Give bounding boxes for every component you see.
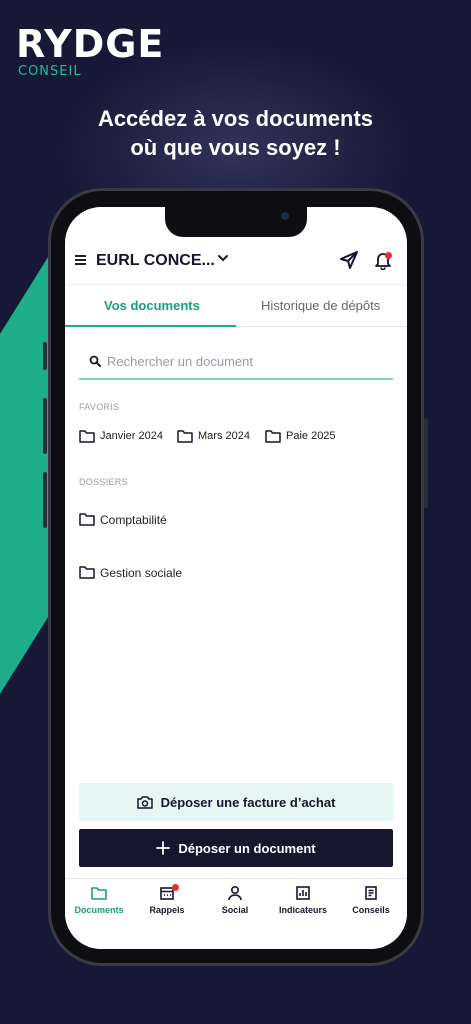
tab-bar: Vos documents Historique de dépôts	[65, 284, 407, 327]
company-selector[interactable]: EURL CONCE...	[96, 252, 215, 270]
folder-icon	[79, 566, 95, 579]
phone-side-button	[43, 342, 47, 370]
search-input[interactable]	[107, 351, 377, 371]
chevron-down-icon[interactable]	[217, 251, 229, 267]
tab-active-indicator	[65, 325, 236, 327]
phone-side-button	[43, 472, 47, 528]
nav-indicateurs[interactable]: Indicateurs	[269, 885, 337, 925]
nav-label: Rappels	[149, 905, 185, 915]
notification-badge	[172, 884, 179, 891]
nav-label: Social	[221, 905, 249, 915]
headline: Accédez à vos documents où que vous soye…	[0, 104, 471, 162]
headline-line1: Accédez à vos documents	[97, 106, 374, 131]
folder-icon	[79, 430, 95, 443]
bottom-nav: Documents Rappels Social Indicateurs Con…	[65, 878, 407, 949]
headline-line2: où que vous soyez !	[130, 135, 341, 160]
notes-icon	[365, 886, 377, 900]
plus-icon	[156, 841, 171, 855]
nav-conseils[interactable]: Conseils	[337, 885, 405, 925]
search-bar	[79, 344, 393, 380]
favorite-label: Mars 2024	[198, 430, 250, 442]
folder-icon	[91, 887, 107, 900]
send-icon[interactable]	[339, 250, 359, 275]
favoris-label: FAVORIS	[79, 402, 120, 412]
folder-label: Comptabilité	[100, 513, 167, 527]
folder-icon	[79, 513, 95, 526]
folder-icon	[177, 430, 193, 443]
camera-icon	[136, 796, 153, 809]
app-screen: EURL CONCE... Vos documents Historique d…	[65, 207, 407, 949]
favorite-label: Janvier 2024	[100, 430, 163, 442]
chart-icon	[296, 886, 310, 900]
deposit-document-label: Déposer un document	[178, 840, 316, 856]
app-header: EURL CONCE...	[65, 247, 407, 277]
phone-side-button	[424, 418, 428, 508]
deposit-document-button[interactable]: Déposer un document	[79, 829, 393, 867]
camera-icon	[281, 212, 289, 220]
favorite-label: Paie 2025	[286, 430, 336, 442]
nav-label: Conseils	[352, 905, 390, 915]
nav-label: Indicateurs	[278, 905, 327, 915]
dossiers-label: DOSSIERS	[79, 477, 128, 487]
nav-documents[interactable]: Documents	[65, 885, 133, 925]
folder-icon	[265, 430, 281, 443]
nav-social[interactable]: Social	[201, 885, 269, 925]
nav-label: Documents	[74, 905, 124, 915]
phone-side-button	[43, 398, 47, 454]
person-icon	[228, 885, 242, 901]
brand-logo: RYDGE CONSEIL	[16, 24, 164, 79]
menu-icon[interactable]	[75, 255, 86, 265]
logo-sub: CONSEIL	[18, 64, 82, 79]
nav-rappels[interactable]: Rappels	[133, 884, 201, 925]
deposit-invoice-button[interactable]: Déposer une facture d’achat	[79, 783, 393, 821]
logo-name: RYDGE	[16, 22, 165, 66]
bell-icon[interactable]	[373, 250, 393, 275]
phone-notch	[165, 207, 307, 237]
tab-historique[interactable]: Historique de dépôts	[261, 298, 380, 313]
search-icon	[89, 354, 101, 372]
tab-vos-documents[interactable]: Vos documents	[104, 298, 200, 313]
folder-label: Gestion sociale	[100, 566, 183, 580]
deposit-invoice-label: Déposer une facture d’achat	[160, 794, 336, 810]
notification-badge	[385, 252, 392, 259]
